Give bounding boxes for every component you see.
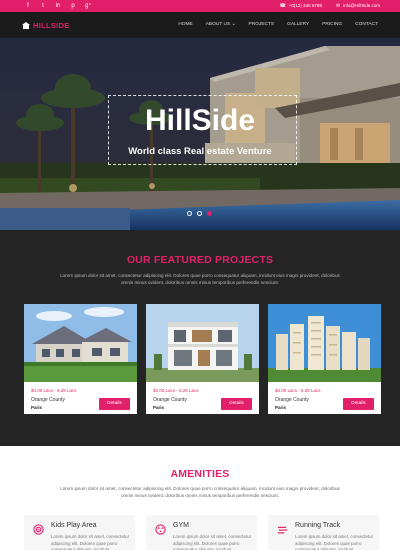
slider-dot-3[interactable] — [207, 211, 212, 216]
site-logo[interactable]: HILLSIDE — [22, 21, 70, 30]
phone-icon: ☎ — [279, 3, 286, 9]
details-button[interactable]: Details — [221, 398, 252, 410]
hero-subtitle: World class Real estate Venture — [128, 146, 272, 157]
project-image-towers — [268, 304, 381, 382]
amenity-card[interactable]: GYM Lorem ipsum dolor sit amet, consecte… — [146, 515, 257, 550]
logo-text: HILLSIDE — [33, 21, 70, 30]
featured-title: OUR FEATURED PROJECTS — [126, 254, 274, 266]
amenity-text: Lorem ipsum dolor sit amet, consectetur … — [295, 534, 374, 550]
project-card[interactable]: $4.00 Lacs - 6.28 Lacs Orange County Par… — [268, 304, 381, 414]
nav-projects[interactable]: PROJECTS — [249, 22, 275, 28]
running-track-icon — [277, 526, 288, 534]
slider-dots — [187, 211, 212, 216]
slider-dot-2[interactable] — [197, 211, 202, 216]
project-price: $4.00 Lacs - 6.28 Lacs — [31, 388, 77, 393]
linkedin-icon[interactable]: in — [55, 2, 61, 10]
contact-info: ☎ +0(12) 345 6789 ✉ info@HillSide.com — [280, 3, 380, 9]
top-bar: f t in p g⁺ ☎ +0(12) 345 6789 ✉ info@Hil… — [0, 0, 400, 12]
pinterest-icon[interactable]: p — [70, 2, 76, 10]
amenity-title: Kids Play Area — [51, 522, 97, 529]
details-button[interactable]: Details — [343, 398, 374, 410]
amenities-title: AMENITIES — [170, 468, 230, 480]
amenity-card[interactable]: Kids Play Area Lorem ipsum dolor sit ame… — [24, 515, 135, 550]
amenity-title: Running Track — [295, 522, 341, 529]
slider-dot-1[interactable] — [187, 211, 192, 216]
featured-description: Lorem ipsum dolor sit amet, consectetur … — [60, 273, 340, 285]
amenity-title: GYM — [173, 522, 189, 529]
project-image-house — [24, 304, 137, 382]
amenities-section: AMENITIES Lorem ipsum dolor sit amet, co… — [0, 446, 400, 550]
email-contact[interactable]: ✉ info@HillSide.com — [336, 3, 380, 9]
nav-pricing[interactable]: PRICING — [322, 22, 342, 28]
email-address: info@HillSide.com — [343, 3, 380, 8]
facebook-icon[interactable]: f — [25, 2, 31, 10]
project-price: $4.00 Lacs - 6.28 Lacs — [275, 388, 321, 393]
project-location: Orange County — [153, 397, 187, 403]
project-price: $4.00 Lacs - 6.28 Lacs — [153, 388, 199, 393]
details-button[interactable]: Details — [99, 398, 130, 410]
nav-menu: HOME ABOUT US ⌄ PROJECTS GALLERY PRICING… — [178, 22, 378, 28]
gym-icon — [155, 524, 166, 535]
nav-home[interactable]: HOME — [178, 22, 192, 28]
phone-number: +0(12) 345 6789 — [288, 3, 322, 8]
amenity-text: Lorem ipsum dolor sit amet, consectetur … — [173, 534, 252, 550]
project-city: Paris — [275, 405, 287, 410]
nav-contact[interactable]: CONTACT — [355, 22, 378, 28]
mail-icon: ✉ — [335, 3, 341, 9]
project-location: Orange County — [31, 397, 65, 403]
project-location: Orange County — [275, 397, 309, 403]
hero-title: HillSide — [144, 104, 256, 137]
project-image-villa — [146, 304, 259, 382]
nav-gallery[interactable]: GALLERY — [287, 22, 309, 28]
social-links: f t in p g⁺ — [25, 2, 91, 10]
project-card[interactable]: $4.00 Lacs - 6.28 Lacs Orange County Par… — [146, 304, 259, 414]
google-plus-icon[interactable]: g⁺ — [85, 2, 92, 10]
house-logo-icon — [22, 22, 30, 29]
phone-contact[interactable]: ☎ +0(12) 345 6789 — [280, 3, 322, 9]
amenity-card[interactable]: Running Track Lorem ipsum dolor sit amet… — [268, 515, 379, 550]
target-icon — [33, 524, 44, 535]
main-navbar: HILLSIDE HOME ABOUT US ⌄ PROJECTS GALLER… — [0, 12, 400, 38]
twitter-icon[interactable]: t — [40, 2, 46, 10]
project-city: Paris — [153, 405, 165, 410]
amenities-description: Lorem ipsum dolor sit amet, consectetur … — [60, 486, 340, 498]
nav-about-us[interactable]: ABOUT US ⌄ — [206, 22, 236, 28]
project-card[interactable]: $4.00 Lacs - 6.28 Lacs Orange County Par… — [24, 304, 137, 414]
amenity-text: Lorem ipsum dolor sit amet, consectetur … — [51, 534, 130, 550]
project-city: Paris — [31, 405, 43, 410]
featured-projects-section: OUR FEATURED PROJECTS Lorem ipsum dolor … — [0, 230, 400, 446]
hero-slider: HillSide World class Real estate Venture — [0, 38, 400, 230]
